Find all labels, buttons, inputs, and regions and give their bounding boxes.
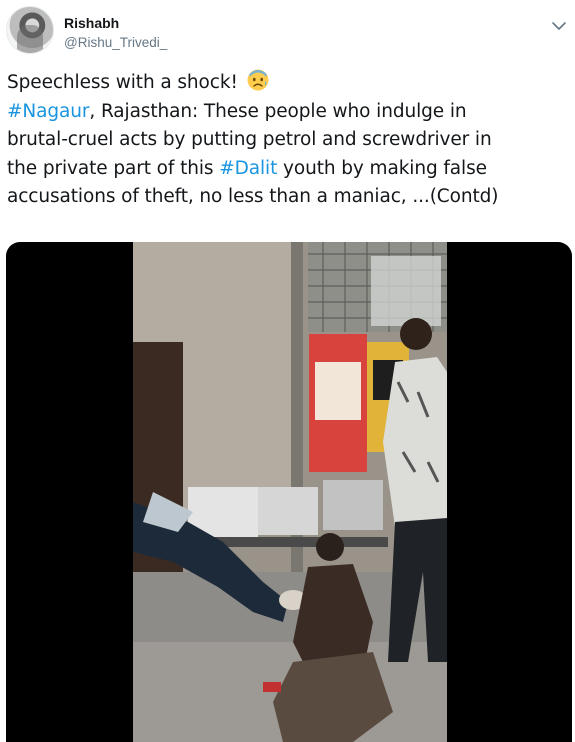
chevron-down-icon[interactable] <box>549 16 569 36</box>
author-handle[interactable]: @Rishu_Trivedi_ <box>64 35 167 50</box>
anxious-face-emoji-icon <box>247 69 269 91</box>
author-name[interactable]: Rishabh <box>64 15 119 31</box>
tweet-line-1: Speechless with a shock! <box>7 68 563 98</box>
tweet-line-2-rest: , Rajasthan: These people who indulge in <box>89 100 467 122</box>
tweet-line-4: the private part of this #Dalit youth by… <box>7 155 563 184</box>
video-frame <box>133 242 447 742</box>
tweet-line-2: #Nagaur, Rajasthan: These people who ind… <box>7 98 563 127</box>
avatar[interactable] <box>6 6 54 54</box>
tweet-line-5: accusations of theft, no less than a man… <box>7 186 499 207</box>
tweet-line-3: brutal-cruel acts by putting petrol and … <box>7 129 492 150</box>
tweet-card: Rishabh @Rishu_Trivedi_ Speechless with … <box>0 0 575 742</box>
video-player[interactable] <box>6 242 572 742</box>
avatar-silhouette <box>17 25 43 53</box>
tweet-text: Speechless with a shock! #Nagaur, Rajast… <box>7 68 563 212</box>
tweet-line-1-text: Speechless with a shock! <box>7 72 244 93</box>
tweet-header: Rishabh @Rishu_Trivedi_ <box>6 6 569 56</box>
tweet-line-4-before: the private part of this <box>7 157 220 179</box>
hashtag-dalit[interactable]: #Dalit <box>219 158 277 179</box>
tweet-line-4-after: youth by making false <box>277 157 487 179</box>
hashtag-nagaur[interactable]: #Nagaur <box>7 101 89 122</box>
